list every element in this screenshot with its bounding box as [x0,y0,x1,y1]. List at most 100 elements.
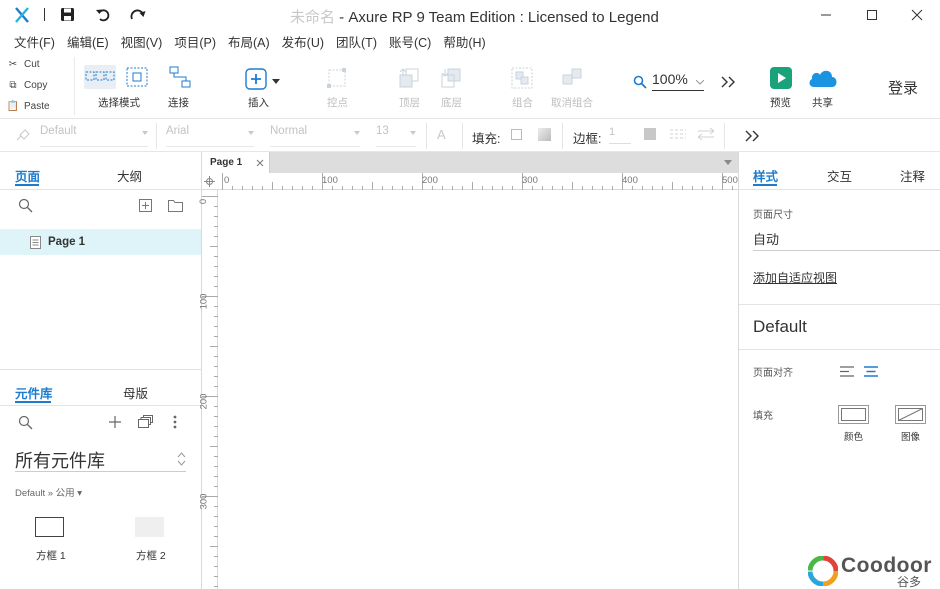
preview-button[interactable]: 预览 [764,53,798,119]
design-canvas[interactable] [218,190,738,589]
canvas-tab-page1[interactable]: Page 1 [202,152,270,173]
add-page-icon[interactable] [139,199,152,215]
fill-image-button[interactable] [895,405,926,424]
page-size-select[interactable]: 自动 [753,229,940,251]
menu-team[interactable]: 团队(T) [330,32,383,51]
send-to-back-button[interactable]: 底层 [436,53,466,119]
fill-image-label: 图像 [901,432,921,443]
border-color-swatch[interactable] [644,128,656,140]
menu-edit[interactable]: 编辑(E) [61,32,115,51]
paste-button[interactable]: 📋 Paste [6,96,50,116]
tab-interactions[interactable]: 交互 [827,166,852,185]
page-size-label: 页面尺寸 [753,210,793,221]
zoom-select[interactable]: 100% [652,71,704,91]
insert-button[interactable]: 插入 [242,53,286,119]
library-breadcrumb[interactable]: Default » 公用 ▾ [15,485,82,499]
widget-box2-thumb[interactable] [135,517,164,537]
align-center-icon[interactable] [864,366,878,380]
format-overflow-button[interactable] [744,129,760,146]
style-select[interactable]: Default [40,125,148,147]
toolbar-overflow-button[interactable] [720,75,736,92]
maximize-button[interactable] [849,0,895,30]
fill-color-swatch[interactable] [511,129,522,140]
page-list-item-selected[interactable]: Page 1 [0,229,201,255]
page-icon [30,235,41,249]
vertical-ruler-ticks [202,196,218,587]
page-label: Page 1 [48,236,86,248]
close-tab-icon[interactable] [256,159,264,167]
font-select[interactable]: Arial [166,125,254,147]
tab-masters[interactable]: 母版 [123,383,148,402]
pane-divider [739,304,940,305]
redo-icon[interactable] [130,8,147,25]
pane-divider [739,189,940,190]
connect-label: 连接 [168,97,189,109]
page-style-name[interactable]: Default [753,317,807,337]
close-button[interactable] [894,0,940,30]
pane-divider [0,189,201,190]
add-library-icon[interactable] [109,416,121,431]
group-icon [511,67,533,89]
ungroup-button[interactable]: 取消组合 [549,53,595,119]
fill-color-button[interactable] [838,405,869,424]
arrow-style-icon[interactable] [697,127,715,143]
select-mode-label: 选择模式 [98,97,140,109]
font-color-button[interactable]: A [437,127,446,142]
scissors-icon: ✂ [8,58,18,70]
cut-button[interactable]: ✂ Cut [6,54,40,74]
tab-outline[interactable]: 大纲 [117,166,142,185]
copy-button[interactable]: ⧉ Copy [6,75,47,95]
tab-list-chevron-icon[interactable] [724,160,732,165]
axure-logo-icon [13,6,31,27]
menu-account[interactable]: 账号(C) [383,32,437,51]
menu-view[interactable]: 视图(V) [115,32,169,51]
canvas-tab-strip: Page 1 [202,152,738,173]
menu-publish[interactable]: 发布(U) [276,32,330,51]
menu-project[interactable]: 项目(P) [168,32,222,51]
share-button[interactable]: 共享 [806,53,840,119]
login-button[interactable]: 登录 [888,77,918,98]
bottom-label: 底层 [441,97,462,109]
chevron-down-icon [410,131,416,135]
add-folder-icon[interactable] [168,199,183,215]
zoom-value: 100% [652,71,688,87]
widget-box1-label: 方框 1 [36,550,66,562]
font-size-select[interactable]: 13 [376,125,416,147]
bring-to-front-button[interactable]: 顶层 [394,53,424,119]
minimize-button[interactable] [803,0,849,30]
connect-button[interactable]: 连接 [162,53,198,119]
tab-notes[interactable]: 注释 [900,166,925,185]
fill-label: 填充: [472,132,501,146]
border-style-icon[interactable] [670,128,686,143]
page-search-icon[interactable] [18,198,33,216]
undo-icon[interactable] [95,7,111,25]
widget-box1-thumb[interactable] [35,517,64,537]
ruler-h-tick-500: 500 [722,175,738,186]
library-select[interactable]: 所有元件库 [15,447,186,472]
tab-libraries[interactable]: 元件库 [15,383,53,402]
watermark-sub: 谷多 [897,575,922,589]
menu-arrange[interactable]: 布局(A) [222,32,276,51]
top-label: 顶层 [399,97,420,109]
border-width-input[interactable]: 1 [609,126,631,144]
cut-label: Cut [24,58,40,70]
tab-style[interactable]: 样式 [753,166,778,185]
select-mode-button[interactable]: 选择模式 [84,53,154,119]
add-adaptive-view-link[interactable]: 添加自适应视图 [753,269,837,286]
menu-file[interactable]: 文件(F) [8,32,61,51]
menu-help[interactable]: 帮助(H) [437,32,491,51]
group-button[interactable]: 组合 [507,53,537,119]
font-weight-select[interactable]: Normal [270,125,360,147]
point-button[interactable]: 控点 [322,53,352,119]
library-search-icon[interactable] [18,415,33,433]
fill-shadow-swatch[interactable] [538,128,551,141]
ungroup-label: 取消组合 [551,97,593,109]
chevron-down-icon [272,79,280,84]
library-manage-icon[interactable] [138,415,153,431]
more-options-icon[interactable] [173,415,177,432]
color-swatch [841,408,866,421]
align-left-icon[interactable] [840,366,854,380]
save-icon[interactable] [60,7,75,25]
tab-pages[interactable]: 页面 [15,166,40,185]
font-weight-value: Normal [270,125,308,137]
